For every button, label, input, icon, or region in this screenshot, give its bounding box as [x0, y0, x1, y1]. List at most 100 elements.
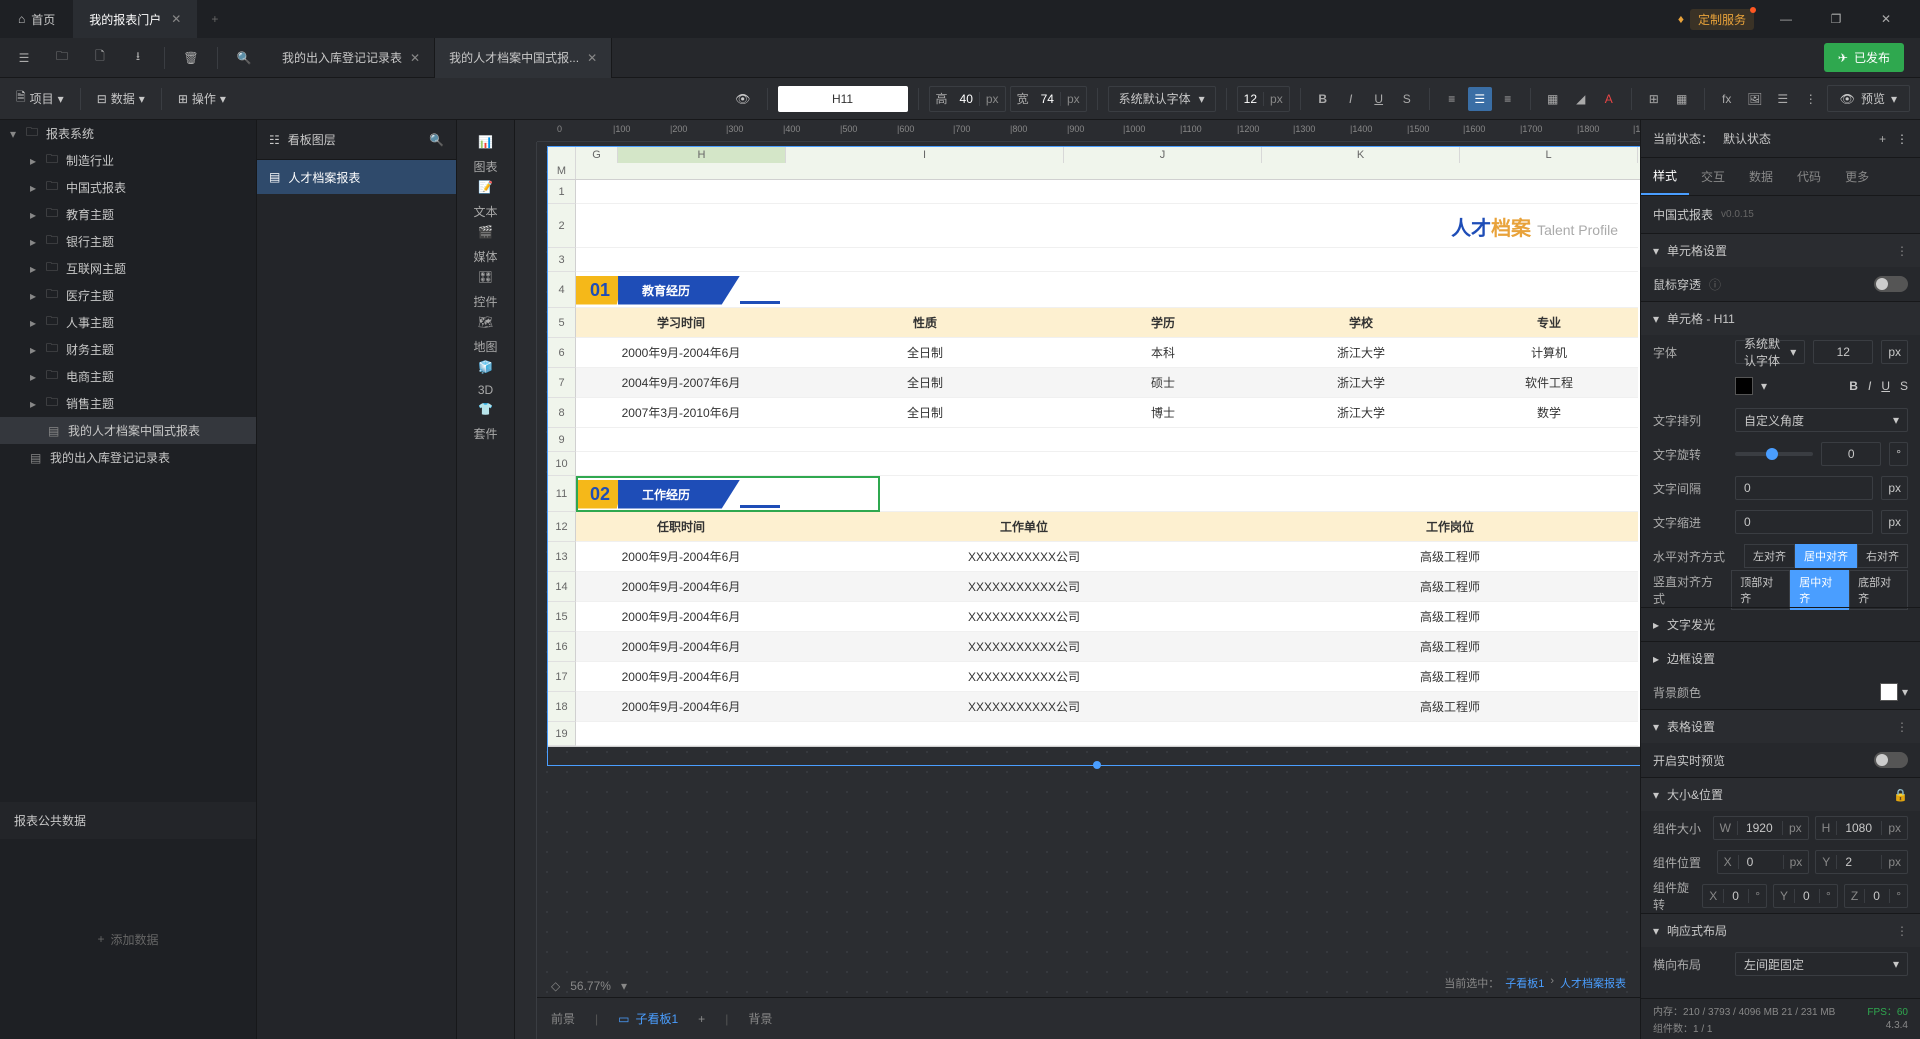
text-color-icon[interactable]: A — [1597, 87, 1621, 111]
align-center-icon[interactable]: ☰ — [1468, 87, 1492, 111]
font-select[interactable]: 系统默认字体▾ — [1108, 86, 1216, 112]
minimize-button[interactable]: — — [1768, 12, 1804, 26]
rz-input[interactable]: Z0° — [1844, 884, 1908, 908]
tree-item[interactable]: ▸🗀互联网主题 — [0, 255, 256, 282]
width-input[interactable]: 宽74px — [1010, 86, 1087, 112]
lock-icon[interactable]: 🔒 — [1893, 788, 1908, 802]
strike-button[interactable]: S — [1900, 379, 1908, 393]
tab-add[interactable]: + — [698, 1012, 705, 1026]
italic-button[interactable]: I — [1868, 379, 1871, 393]
zoom-display[interactable]: ◇56.77%▾ — [551, 979, 627, 993]
slider[interactable] — [1735, 452, 1813, 456]
tab-style[interactable]: 样式 — [1641, 158, 1689, 195]
plus-icon[interactable]: + — [1879, 132, 1886, 146]
rail-3D[interactable]: 🧊3D — [473, 355, 497, 397]
design-area[interactable]: GHIJKLM 12人才档案Talent Profile3401教育经历5学习时… — [537, 142, 1640, 1039]
search-icon[interactable]: 🔍 — [228, 42, 260, 74]
folder-icon[interactable]: 🗀 — [46, 42, 78, 74]
rail-套件[interactable]: 👕套件 — [473, 397, 497, 442]
indent-input[interactable]: 0 — [1735, 510, 1873, 534]
tab-code[interactable]: 代码 — [1785, 158, 1833, 195]
work-row[interactable]: 2000年9月-2004年6月XXXXXXXXXXX公司高级工程师 — [576, 572, 1638, 601]
chevron-down-icon[interactable]: ▾ — [1761, 379, 1767, 393]
italic-button[interactable]: I — [1339, 87, 1363, 111]
more-icon[interactable]: ⋮ — [1896, 924, 1908, 938]
tree-item[interactable]: ▸🗀销售主题 — [0, 390, 256, 417]
seg-bottom[interactable]: 底部对齐 — [1849, 570, 1908, 610]
menu-icon[interactable]: ☰ — [8, 42, 40, 74]
y-input[interactable]: Y2px — [1815, 850, 1908, 874]
underline-button[interactable]: U — [1881, 379, 1890, 393]
edu-row[interactable]: 2000年9月-2004年6月全日制本科浙江大学计算机 — [576, 338, 1638, 367]
spreadsheet[interactable]: GHIJKLM 12人才档案Talent Profile3401教育经历5学习时… — [547, 146, 1640, 747]
tree-item[interactable]: ▸🗀中国式报表 — [0, 174, 256, 201]
doc-tab-1[interactable]: 我的出入库登记记录表 ✕ — [268, 38, 435, 78]
tab-back[interactable]: 背景 — [748, 1010, 772, 1027]
preview-button[interactable]: 👁预览▾ — [1827, 85, 1910, 112]
edu-row[interactable]: 2004年9月-2007年6月全日制硕士浙江大学软件工程 — [576, 368, 1638, 397]
toggle[interactable] — [1874, 752, 1908, 768]
fill-icon[interactable]: ◢ — [1569, 87, 1593, 111]
rail-文本[interactable]: 📝文本 — [473, 175, 497, 220]
image-icon[interactable]: 🖼 — [1743, 87, 1767, 111]
list-icon[interactable]: ☰ — [1771, 87, 1795, 111]
rx-input[interactable]: X0° — [1702, 884, 1767, 908]
merge-icon[interactable]: ⊞ — [1642, 87, 1666, 111]
tree-item[interactable]: ▸🗀医疗主题 — [0, 282, 256, 309]
tree-item[interactable]: ▸🗀财务主题 — [0, 336, 256, 363]
operate-menu[interactable]: ⊞操作▾ — [172, 86, 232, 111]
tree-item[interactable]: ▸🗀制造行业 — [0, 147, 256, 174]
tab-interact[interactable]: 交互 — [1689, 158, 1737, 195]
seg-left[interactable]: 左对齐 — [1744, 544, 1795, 568]
bold-button[interactable]: B — [1311, 87, 1335, 111]
close-button[interactable]: ✕ — [1868, 12, 1904, 26]
ry-input[interactable]: Y0° — [1773, 884, 1838, 908]
seg-center[interactable]: 居中对齐 — [1795, 544, 1857, 568]
layer-item[interactable]: ▤ 人才档案报表 — [257, 160, 456, 194]
align-left-icon[interactable]: ≡ — [1440, 87, 1464, 111]
doc-tab-2[interactable]: 我的人才档案中国式报... ✕ — [435, 38, 612, 78]
tab-more[interactable]: 更多 — [1833, 158, 1881, 195]
prop-border[interactable]: ▸边框设置 — [1641, 641, 1920, 675]
prop-glow[interactable]: ▸文字发光 — [1641, 607, 1920, 641]
border-icon[interactable]: ▦ — [1541, 87, 1565, 111]
tree-item[interactable]: ▸🗀电商主题 — [0, 363, 256, 390]
color-swatch[interactable] — [1880, 683, 1898, 701]
arrange-select[interactable]: 自定义角度▾ — [1735, 408, 1908, 432]
tree-selected[interactable]: ▤我的人才档案中国式报表 — [0, 417, 256, 444]
work-row[interactable]: 2000年9月-2004年6月XXXXXXXXXXX公司高级工程师 — [576, 692, 1638, 721]
bold-button[interactable]: B — [1849, 379, 1858, 393]
public-data-header[interactable]: 报表公共数据 — [0, 802, 256, 839]
seg-top[interactable]: 顶部对齐 — [1731, 570, 1790, 610]
strike-button[interactable]: S — [1395, 87, 1419, 111]
rotate-input[interactable]: 0 — [1821, 442, 1881, 466]
download-icon[interactable]: ⭳ — [122, 42, 154, 74]
acc-responsive[interactable]: ▾响应式布局⋮ — [1641, 913, 1920, 947]
tab-front[interactable]: 前景 — [551, 1010, 575, 1027]
acc-table-settings[interactable]: ▾表格设置⋮ — [1641, 709, 1920, 743]
more-icon[interactable]: ⋮ — [1896, 244, 1908, 258]
tab-home[interactable]: ⌂ 首页 — [0, 0, 73, 38]
tree-item[interactable]: ▸🗀银行主题 — [0, 228, 256, 255]
trash-icon[interactable]: 🗑 — [175, 42, 207, 74]
work-row[interactable]: 2000年9月-2004年6月XXXXXXXXXXX公司高级工程师 — [576, 602, 1638, 631]
seg-middle[interactable]: 居中对齐 — [1790, 570, 1849, 610]
fontsize-input[interactable]: 12px — [1237, 86, 1290, 112]
data-menu[interactable]: ⊟数据▾ — [91, 86, 151, 111]
tab-data[interactable]: 数据 — [1737, 158, 1785, 195]
color-swatch[interactable] — [1735, 377, 1753, 395]
spacing-input[interactable]: 0 — [1735, 476, 1873, 500]
more-icon[interactable]: ⋮ — [1799, 87, 1823, 111]
height-input[interactable]: 高40px — [929, 86, 1006, 112]
work-row[interactable]: 2000年9月-2004年6月XXXXXXXXXXX公司高级工程师 — [576, 542, 1638, 571]
x-input[interactable]: X0px — [1717, 850, 1810, 874]
search-icon[interactable]: 🔍 — [429, 133, 444, 147]
more-icon[interactable]: ⋮ — [1896, 132, 1908, 146]
fontsize-input[interactable]: 12 — [1813, 340, 1873, 364]
acc-size-pos[interactable]: ▾大小&位置🔒 — [1641, 777, 1920, 811]
tab-add[interactable]: + — [197, 12, 232, 26]
fx-icon[interactable]: fx — [1715, 87, 1739, 111]
maximize-button[interactable]: ❐ — [1818, 12, 1854, 26]
tree-other[interactable]: ▤我的出入库登记记录表 — [0, 444, 256, 471]
toggle[interactable] — [1874, 276, 1908, 292]
